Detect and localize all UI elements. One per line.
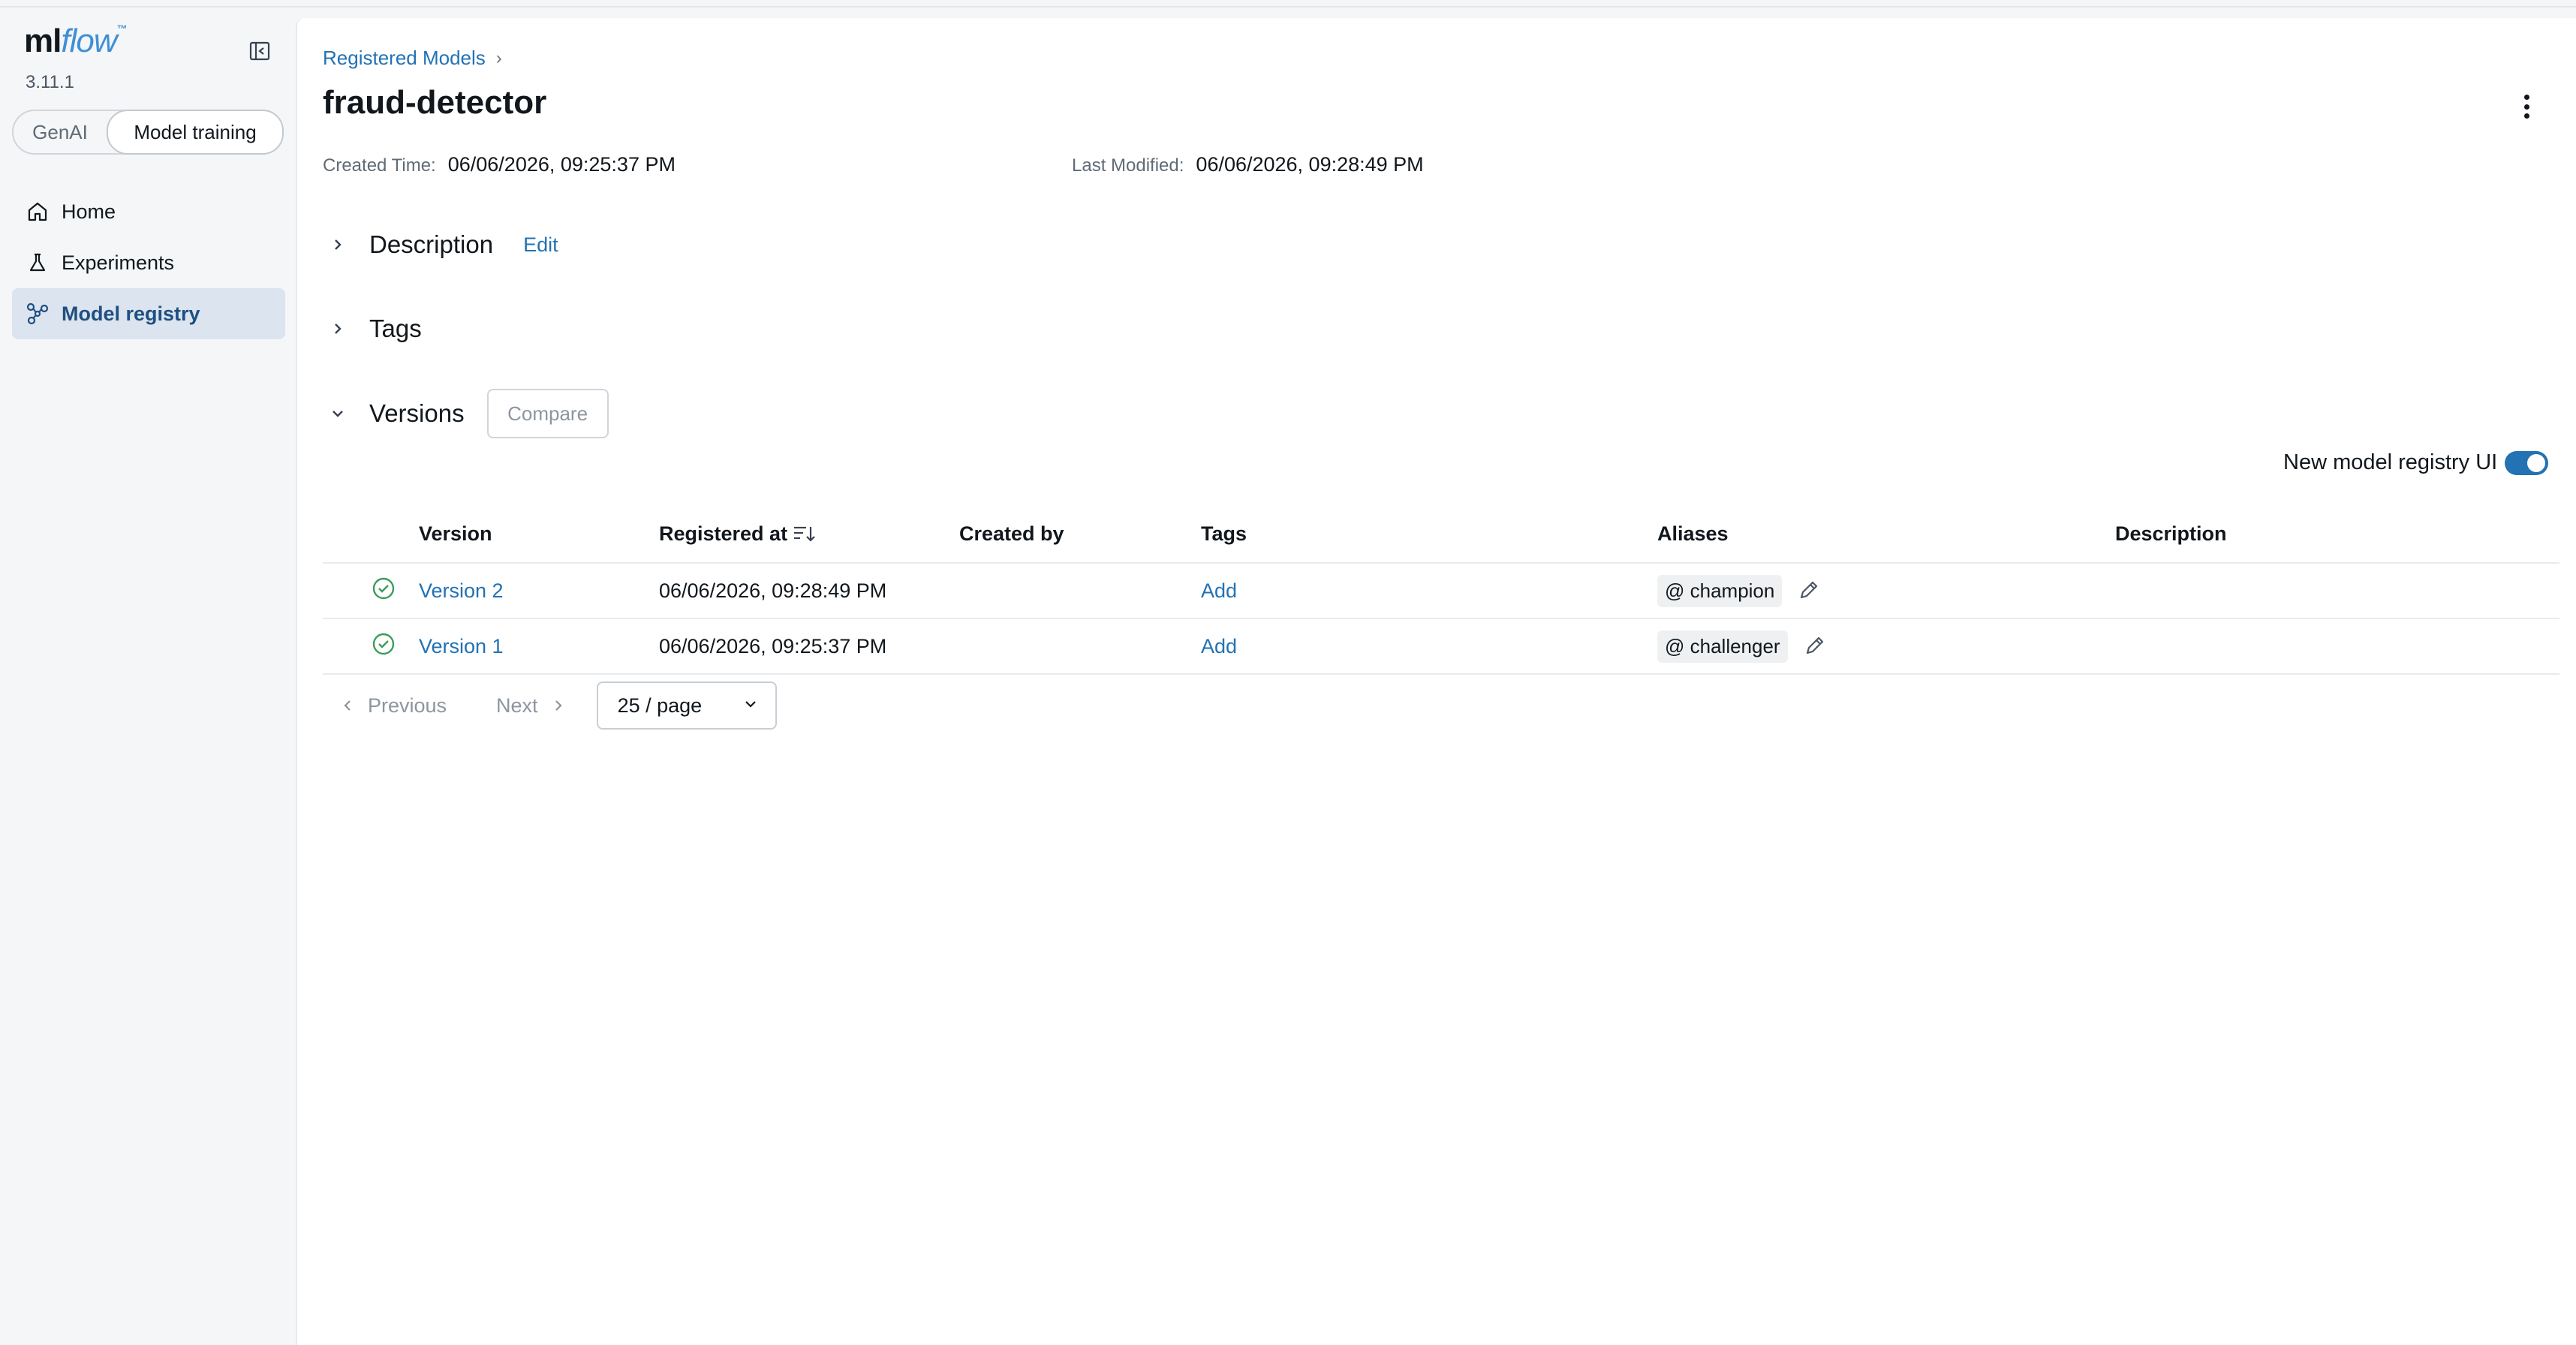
page-size-select[interactable]: 25 / page bbox=[596, 682, 777, 730]
chevron-right-icon[interactable] bbox=[323, 314, 353, 344]
mode-model-training[interactable]: Model training bbox=[107, 110, 284, 155]
sidebar-item-label: Home bbox=[62, 200, 116, 223]
previous-label: Previous bbox=[368, 694, 447, 717]
column-header-registered-at[interactable]: Registered at bbox=[659, 506, 959, 564]
last-modified-label: Last Modified: bbox=[1072, 155, 1184, 176]
version-link[interactable]: Version 2 bbox=[419, 579, 504, 602]
column-header-created-by: Created by bbox=[959, 506, 1201, 564]
pencil-icon[interactable] bbox=[1797, 578, 1822, 603]
kebab-dot bbox=[2523, 104, 2529, 110]
new-registry-ui-toggle-group: New model registry UI bbox=[2283, 450, 2549, 475]
chevron-down-icon bbox=[742, 694, 759, 718]
table-row: Version 1 06/06/2026, 09:25:37 PM Add @ … bbox=[323, 618, 2559, 675]
kebab-dot bbox=[2523, 113, 2529, 119]
column-header-aliases: Aliases bbox=[1657, 506, 2115, 564]
new-registry-ui-toggle[interactable] bbox=[2505, 450, 2549, 475]
sidebar-collapse-icon bbox=[248, 40, 271, 66]
tags-section: Tags bbox=[323, 314, 422, 344]
new-registry-ui-label: New model registry UI bbox=[2283, 450, 2498, 474]
model-graph-icon bbox=[24, 300, 51, 327]
created-time-value: 06/06/2026, 09:25:37 PM bbox=[447, 153, 676, 176]
tags-heading[interactable]: Tags bbox=[369, 314, 422, 343]
more-options-button[interactable] bbox=[2517, 92, 2535, 122]
page-title: fraud-detector bbox=[323, 84, 547, 121]
table-row: Version 2 06/06/2026, 09:28:49 PM Add @ … bbox=[323, 563, 2559, 619]
mode-genai[interactable]: GenAI bbox=[14, 111, 107, 153]
compare-button[interactable]: Compare bbox=[486, 389, 609, 438]
sort-icon[interactable] bbox=[792, 523, 817, 546]
chevron-right-icon bbox=[550, 697, 567, 714]
top-bar bbox=[0, 0, 2576, 8]
sidebar-nav: Home Experiments Model registry bbox=[12, 186, 285, 339]
home-icon bbox=[24, 198, 51, 225]
chevron-left-icon bbox=[339, 697, 356, 714]
add-tag-link[interactable]: Add bbox=[1201, 635, 1237, 657]
mlflow-logo[interactable]: mlflow™ bbox=[24, 23, 128, 60]
pencil-icon[interactable] bbox=[1803, 633, 1828, 659]
sidebar-item-experiments[interactable]: Experiments bbox=[12, 237, 285, 288]
app-version: 3.11.1 bbox=[26, 72, 74, 92]
mode-switcher: GenAI Model training bbox=[12, 110, 284, 155]
description-cell bbox=[2115, 563, 2559, 619]
breadcrumb-separator: › bbox=[495, 47, 502, 68]
description-heading[interactable]: Description bbox=[369, 230, 493, 259]
sidebar-item-home[interactable]: Home bbox=[12, 186, 285, 237]
status-column-header bbox=[323, 506, 419, 564]
previous-page-button[interactable]: Previous bbox=[339, 694, 447, 718]
registered-at-cell: 06/06/2026, 09:25:37 PM bbox=[659, 618, 959, 675]
created-time: Created Time: 06/06/2026, 09:25:37 PM bbox=[323, 153, 676, 176]
sidebar-item-model-registry[interactable]: Model registry bbox=[12, 288, 285, 339]
created-by-cell bbox=[959, 618, 1201, 675]
column-header-label: Registered at bbox=[659, 522, 788, 545]
check-circle-icon bbox=[371, 576, 396, 601]
logo-ml-text: ml bbox=[24, 23, 62, 59]
kebab-dot bbox=[2523, 95, 2529, 100]
beaker-icon bbox=[24, 249, 51, 276]
add-tag-link[interactable]: Add bbox=[1201, 579, 1237, 602]
check-circle-icon bbox=[371, 631, 396, 657]
registered-at-cell: 06/06/2026, 09:28:49 PM bbox=[659, 563, 959, 619]
versions-section: Versions Compare bbox=[323, 389, 609, 438]
edit-description-link[interactable]: Edit bbox=[523, 233, 558, 257]
chevron-down-icon[interactable] bbox=[323, 399, 353, 429]
column-header-version: Version bbox=[419, 506, 659, 564]
chevron-right-icon[interactable] bbox=[323, 230, 353, 260]
breadcrumb: Registered Models › bbox=[323, 47, 502, 70]
breadcrumb-registered-models[interactable]: Registered Models bbox=[323, 47, 486, 70]
description-cell bbox=[2115, 618, 2559, 675]
created-by-cell bbox=[959, 563, 1201, 619]
alias-badge: @ champion bbox=[1657, 574, 1783, 607]
pagination: Previous Next 25 / page bbox=[339, 682, 777, 730]
collapse-sidebar-button[interactable] bbox=[246, 39, 273, 66]
versions-table: Version Registered at Created by Tags Al… bbox=[323, 506, 2559, 675]
next-page-button[interactable]: Next bbox=[496, 694, 567, 718]
versions-heading[interactable]: Versions bbox=[369, 399, 465, 428]
page-size-value: 25 / page bbox=[617, 694, 703, 717]
sidebar-item-label: Experiments bbox=[62, 251, 175, 274]
version-link[interactable]: Version 1 bbox=[419, 635, 504, 657]
column-header-description: Description bbox=[2115, 506, 2559, 564]
description-section: Description Edit bbox=[323, 230, 558, 260]
created-time-label: Created Time: bbox=[323, 155, 436, 176]
sidebar: mlflow™ 3.11.1 GenAI Model training Home… bbox=[0, 9, 296, 1345]
logo-flow-text: flow bbox=[61, 23, 117, 59]
column-header-tags: Tags bbox=[1201, 506, 1657, 564]
last-modified: Last Modified: 06/06/2026, 09:28:49 PM bbox=[1072, 153, 1424, 176]
main-panel: Registered Models › fraud-detector Creat… bbox=[296, 18, 2576, 1345]
table-header-row: Version Registered at Created by Tags Al… bbox=[323, 506, 2559, 564]
last-modified-value: 06/06/2026, 09:28:49 PM bbox=[1196, 153, 1424, 176]
next-label: Next bbox=[496, 694, 538, 717]
alias-badge: @ challenger bbox=[1657, 630, 1788, 663]
sidebar-item-label: Model registry bbox=[62, 302, 200, 325]
